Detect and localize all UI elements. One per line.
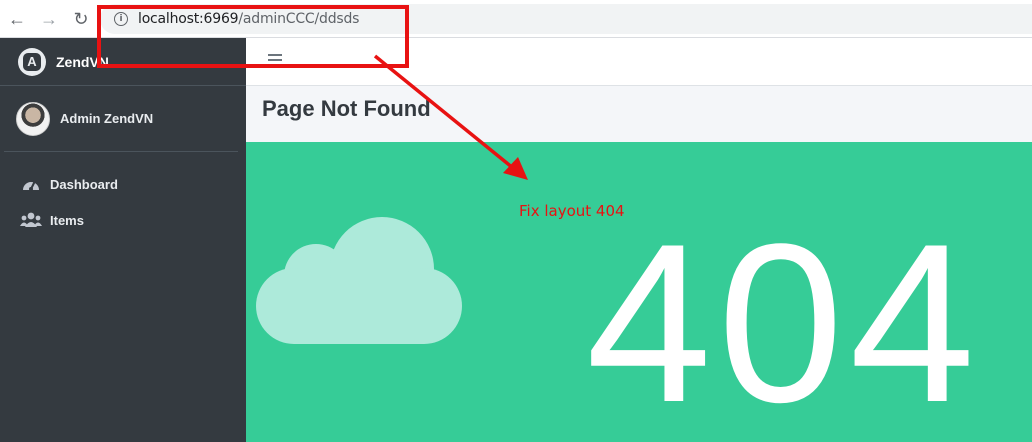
- brand-logo-icon: A: [18, 47, 46, 76]
- annotation-note: Fix layout 404: [519, 202, 625, 220]
- sidebar: A ZendVN Admin ZendVN Dashboard Items: [0, 38, 246, 442]
- sidebar-item-items[interactable]: Items: [0, 202, 246, 238]
- page-title: Page Not Found: [262, 96, 431, 121]
- sidebar-item-label: Dashboard: [50, 176, 118, 192]
- annotation-box: [97, 5, 409, 68]
- sidebar-item-label: Items: [50, 212, 84, 228]
- forward-arrow-icon[interactable]: →: [38, 8, 60, 30]
- error-code: 404: [586, 196, 982, 442]
- users-icon: [20, 211, 42, 229]
- tachometer-icon: [20, 175, 42, 193]
- content-header: Page Not Found: [246, 86, 1032, 142]
- user-name: Admin ZendVN: [60, 111, 154, 126]
- cloud-icon: [256, 217, 462, 344]
- error-panel: 404: [246, 142, 1032, 442]
- user-panel[interactable]: Admin ZendVN: [4, 86, 238, 152]
- sidebar-item-dashboard[interactable]: Dashboard: [0, 166, 246, 202]
- avatar: [16, 101, 50, 136]
- back-arrow-icon[interactable]: ←: [6, 8, 28, 30]
- reload-icon[interactable]: ↻: [70, 8, 92, 30]
- sidebar-menu: Dashboard Items: [0, 152, 246, 238]
